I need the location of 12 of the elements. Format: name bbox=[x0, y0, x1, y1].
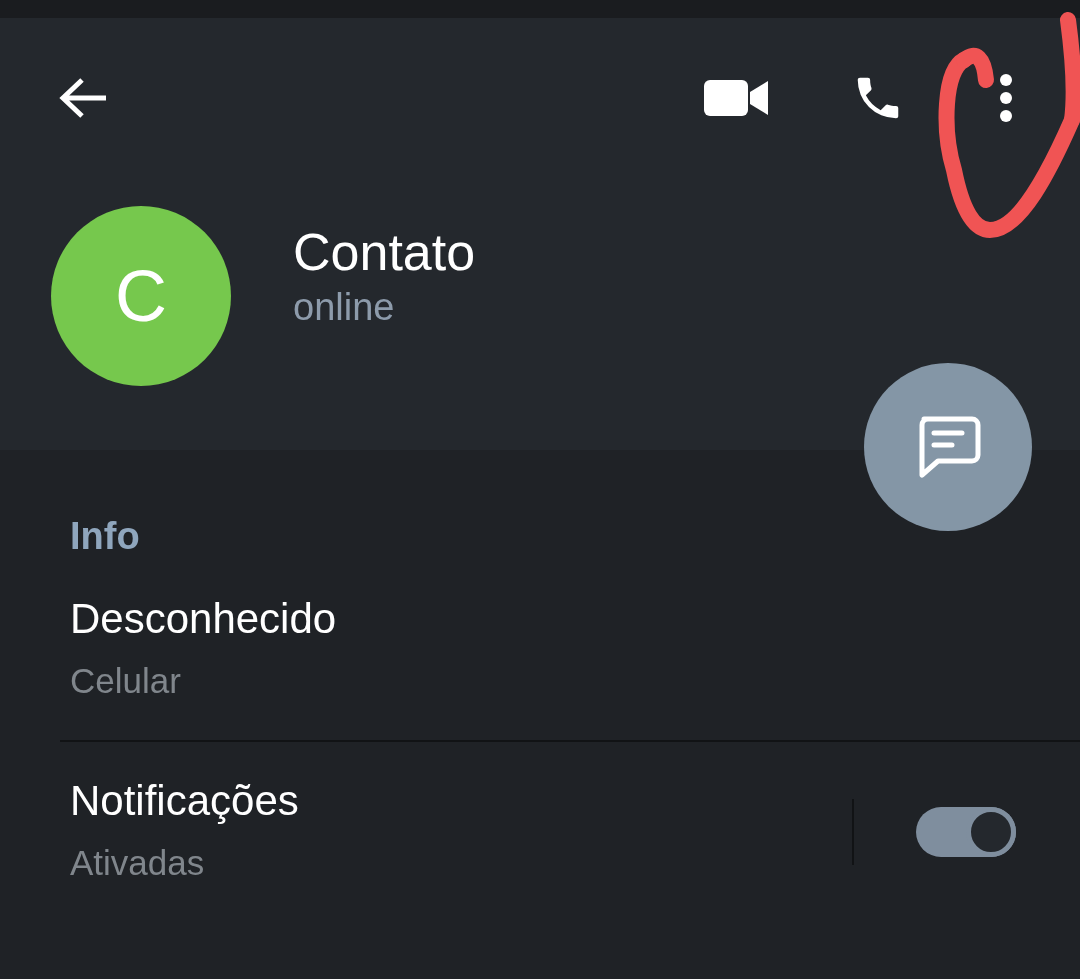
more-options-icon[interactable] bbox=[998, 74, 1014, 122]
contact-status: online bbox=[293, 285, 396, 330]
section-title: Info bbox=[69, 514, 141, 559]
row-title: Desconhecido bbox=[70, 594, 338, 644]
notifications-toggle[interactable] bbox=[916, 807, 1016, 857]
back-icon[interactable] bbox=[58, 76, 108, 120]
row-subtitle: Ativadas bbox=[70, 842, 206, 884]
contact-name: Contato bbox=[293, 222, 476, 282]
avatar: C bbox=[51, 206, 231, 386]
row-title: Notificações bbox=[70, 776, 300, 826]
row-subtitle: Celular bbox=[70, 660, 182, 702]
video-camera-icon[interactable] bbox=[704, 78, 768, 118]
